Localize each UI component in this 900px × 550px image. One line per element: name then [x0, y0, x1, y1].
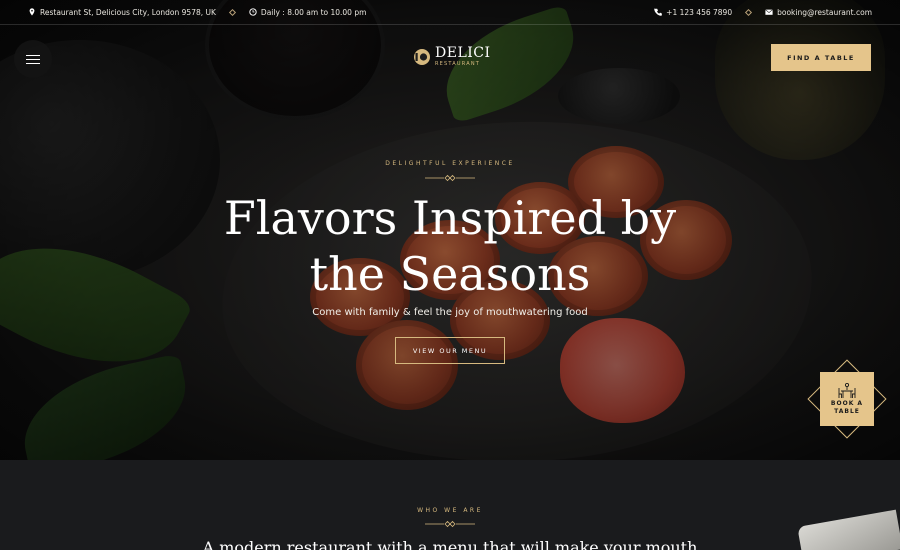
badge-line2: TABLE — [834, 408, 860, 415]
separator-diamond — [228, 8, 236, 16]
hamburger-menu-button[interactable] — [14, 40, 52, 78]
clock-icon — [249, 8, 257, 16]
phone-item[interactable]: +1 123 456 7890 — [654, 8, 732, 17]
mail-icon — [765, 8, 773, 16]
top-bar-right: +1 123 456 7890 booking@restaurant.com — [654, 8, 872, 17]
napkin-image — [797, 509, 900, 550]
view-menu-button[interactable]: VIEW OUR MENU — [395, 337, 505, 364]
hero-eyebrow: DELIGHTFUL EXPERIENCE — [385, 160, 515, 167]
email-item[interactable]: booking@restaurant.com — [765, 8, 872, 17]
logo-name: DELICI — [435, 45, 491, 61]
hours-text: Daily : 8.00 am to 10.00 pm — [260, 7, 367, 17]
about-title: A modern restaurant with a menu that wil… — [202, 538, 698, 550]
table-icon — [838, 382, 856, 398]
location-icon — [28, 8, 36, 16]
badge-line1: BOOK A — [830, 400, 864, 407]
top-bar-left: Restaurant St, Delicious City, London 95… — [28, 8, 366, 17]
ornament-divider — [425, 520, 475, 528]
hamburger-icon-line — [26, 58, 40, 60]
address-item: Restaurant St, Delicious City, London 95… — [28, 8, 216, 17]
top-info-bar: Restaurant St, Delicious City, London 95… — [0, 0, 900, 25]
email-text: booking@restaurant.com — [777, 7, 872, 17]
hero-title: Flavors Inspired by the Seasons — [150, 190, 750, 302]
hero-title-line1: Flavors Inspired by — [223, 191, 677, 245]
phone-icon — [654, 8, 663, 16]
separator-diamond — [745, 8, 753, 16]
site-logo[interactable]: DELICI RESTAURANT — [413, 46, 491, 67]
hero-title-line2: the Seasons — [309, 247, 591, 301]
badge-box: BOOK A TABLE — [820, 372, 874, 426]
phone-text: +1 123 456 7890 — [666, 7, 733, 17]
address-text: Restaurant St, Delicious City, London 95… — [40, 7, 216, 17]
logo-subtitle: RESTAURANT — [435, 61, 481, 67]
logo-text: DELICI RESTAURANT — [435, 46, 491, 67]
ornament-divider — [425, 174, 475, 182]
find-a-table-button[interactable]: FIND A TABLE — [771, 44, 871, 71]
about-section: WHO WE ARE A modern restaurant with a me… — [0, 460, 900, 550]
hours-item: Daily : 8.00 am to 10.00 pm — [249, 8, 366, 17]
hero-subtitle: Come with family & feel the joy of mouth… — [312, 307, 588, 318]
logo-icon — [414, 48, 430, 65]
hamburger-icon-line — [26, 62, 40, 64]
hamburger-icon — [26, 54, 40, 56]
about-eyebrow: WHO WE ARE — [417, 507, 483, 514]
book-a-table-badge[interactable]: BOOK A TABLE — [807, 359, 887, 439]
